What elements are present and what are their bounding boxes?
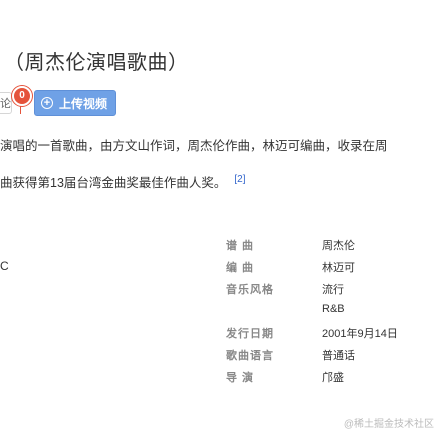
info-row: 发行日期 2001年9月14日 [0, 325, 438, 347]
info-name: 音乐风格 [226, 284, 274, 296]
info-name: 歌曲语言 [226, 350, 274, 362]
info-value[interactable]: 普通话 [322, 347, 355, 363]
notification-badge[interactable]: 0 [12, 86, 32, 106]
info-value: R&B [322, 303, 345, 315]
info-row: 导 演 邝盛 [0, 369, 438, 391]
info-value: 2001年9月14日 [322, 328, 398, 340]
reference-link[interactable]: [2] [234, 174, 245, 185]
upload-video-button[interactable]: + 上传视频 [34, 90, 116, 116]
info-value[interactable]: 林迈可 [322, 259, 355, 275]
info-name: 导 演 [226, 372, 255, 384]
info-row: R&B [0, 303, 438, 325]
info-value[interactable]: 邝盛 [322, 369, 344, 385]
award-line: 曲获得第13届台湾金曲奖最佳作曲人奖。 [2] [0, 172, 246, 191]
info-name: 编 曲 [226, 262, 255, 274]
info-name: 谱 曲 [226, 240, 255, 252]
info-name: 发行日期 [226, 328, 274, 340]
info-row: 音乐风格 流行 [0, 281, 438, 303]
award-text: 曲获得第13届台湾金曲奖最佳作曲人奖。 [0, 176, 227, 190]
info-value[interactable]: 流行 [322, 281, 344, 297]
info-row: 谱 曲 周杰伦 [0, 237, 438, 259]
upload-video-label: 上传视频 [59, 96, 108, 111]
song-title: （周杰伦演唱歌曲） [4, 52, 189, 74]
plus-circle-icon: + [41, 97, 53, 109]
summary-text: 演唱的一首歌曲，由方文山作词，周杰伦作曲，林迈可编曲，收录在周 [0, 139, 388, 153]
edit-input-fragment[interactable]: 论 [0, 92, 12, 114]
edit-toolbar: 论 0 + 上传视频 [0, 86, 200, 116]
info-row: C 编 曲 林迈可 [0, 259, 438, 281]
info-value[interactable]: 周杰伦 [322, 237, 355, 253]
watermark: @稀土掘金技术社区 [343, 419, 434, 430]
info-left-value: C [0, 259, 9, 273]
info-row: 歌曲语言 普通话 [0, 347, 438, 369]
basic-info-table: 谱 曲 周杰伦 C 编 曲 林迈可 音乐风格 流行 R&B 发行日期 2001年… [0, 237, 438, 391]
